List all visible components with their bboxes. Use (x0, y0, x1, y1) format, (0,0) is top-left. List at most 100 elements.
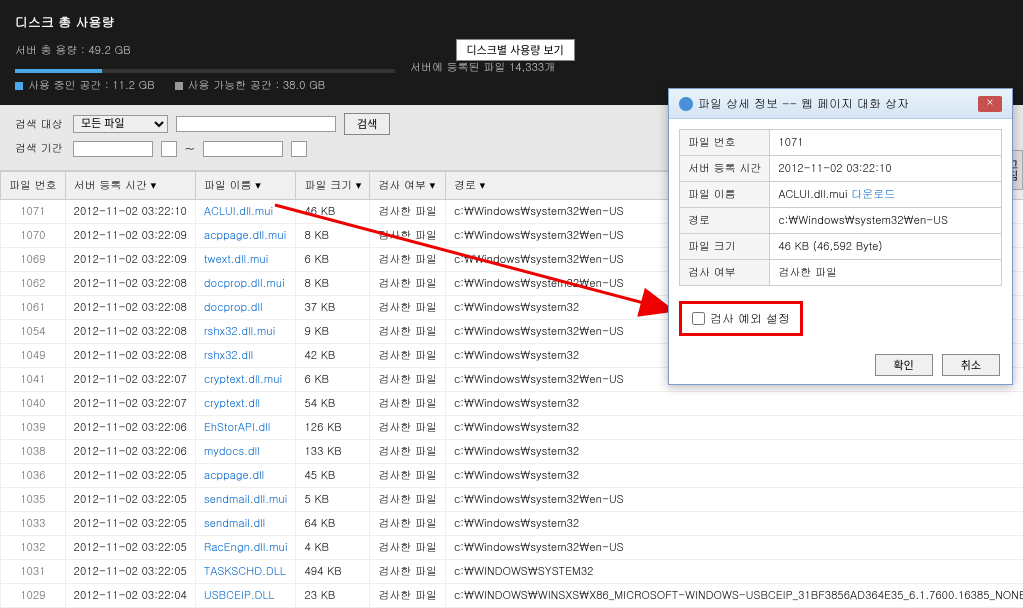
val-path: c:\Windows\system32\en-US (770, 208, 1002, 234)
cell-path: c:\WINDOWS\SYSTEM32 (446, 560, 1023, 584)
cell-time: 2012-11-02 03:22:08 (65, 296, 195, 320)
cell-no: 1033 (1, 512, 66, 536)
cell-no: 1071 (1, 200, 66, 224)
lbl-file-name: 파일 이름 (680, 182, 770, 208)
cell-time: 2012-11-02 03:22:05 (65, 512, 195, 536)
table-row[interactable]: 1029 2012-11-02 03:22:04 USBCEIP.DLL 23 … (1, 584, 1023, 608)
cell-filename[interactable]: ACLUI.dll.mui (195, 200, 296, 224)
val-reg-time: 2012-11-02 03:22:10 (770, 156, 1002, 182)
scan-exclude-label[interactable]: 검사 예외 설정 (692, 310, 790, 327)
cell-filename[interactable]: EhStorAPI.dll (195, 416, 296, 440)
cell-path: c:\Windows\system32 (446, 392, 1023, 416)
cell-no: 1039 (1, 416, 66, 440)
cell-size: 8 KB (296, 272, 370, 296)
cell-no: 1054 (1, 320, 66, 344)
cell-status: 검사한 파일 (370, 584, 446, 608)
val-scan-status: 검사한 파일 (770, 260, 1002, 286)
col-file-size[interactable]: 파일 크기 ▾ (296, 172, 370, 200)
date-from-input[interactable] (73, 141, 153, 157)
cell-status: 검사한 파일 (370, 248, 446, 272)
cell-filename[interactable]: rshx32.dll (195, 344, 296, 368)
cell-filename[interactable]: RacEngn.dll.mui (195, 536, 296, 560)
col-file-no[interactable]: 파일 번호 (1, 172, 66, 200)
dialog-close-button[interactable]: × (978, 96, 1002, 112)
cell-filename[interactable]: rshx32.dll.mui (195, 320, 296, 344)
cell-filename[interactable]: acppage.dll (195, 464, 296, 488)
cell-no: 1040 (1, 392, 66, 416)
cell-filename[interactable]: acppage.dll.mui (195, 224, 296, 248)
cell-size: 46 KB (296, 200, 370, 224)
cell-path: c:\Windows\system32\en-US (446, 536, 1023, 560)
cell-time: 2012-11-02 03:22:09 (65, 224, 195, 248)
lbl-file-size: 파일 크기 (680, 234, 770, 260)
search-target-select[interactable]: 모든 파일 (73, 115, 168, 133)
table-row[interactable]: 1036 2012-11-02 03:22:05 acppage.dll 45 … (1, 464, 1023, 488)
cell-time: 2012-11-02 03:22:08 (65, 272, 195, 296)
date-to-input[interactable] (203, 141, 283, 157)
cell-filename[interactable]: TASKSCHD.DLL (195, 560, 296, 584)
cell-filename[interactable]: mydocs.dll (195, 440, 296, 464)
dialog-cancel-button[interactable]: 취소 (942, 354, 1000, 376)
col-file-name[interactable]: 파일 이름 ▾ (195, 172, 296, 200)
cell-filename[interactable]: cryptext.dll (195, 392, 296, 416)
cell-size: 8 KB (296, 224, 370, 248)
cell-size: 45 KB (296, 464, 370, 488)
calendar-from-icon[interactable] (161, 141, 177, 157)
cell-size: 133 KB (296, 440, 370, 464)
cell-status: 검사한 파일 (370, 296, 446, 320)
table-row[interactable]: 1039 2012-11-02 03:22:06 EhStorAPI.dll 1… (1, 416, 1023, 440)
cell-status: 검사한 파일 (370, 464, 446, 488)
cell-status: 검사한 파일 (370, 392, 446, 416)
cell-no: 1032 (1, 536, 66, 560)
table-row[interactable]: 1032 2012-11-02 03:22:05 RacEngn.dll.mui… (1, 536, 1023, 560)
cell-filename[interactable]: docprop.dll.mui (195, 272, 296, 296)
cell-status: 검사한 파일 (370, 488, 446, 512)
cell-time: 2012-11-02 03:22:08 (65, 344, 195, 368)
cell-status: 검사한 파일 (370, 440, 446, 464)
cell-filename[interactable]: docprop.dll (195, 296, 296, 320)
scan-exclude-checkbox[interactable] (692, 312, 705, 325)
table-row[interactable]: 1038 2012-11-02 03:22:06 mydocs.dll 133 … (1, 440, 1023, 464)
cell-no: 1061 (1, 296, 66, 320)
table-row[interactable]: 1040 2012-11-02 03:22:07 cryptext.dll 54… (1, 392, 1023, 416)
view-per-disk-button[interactable]: 디스크별 사용량 보기 (456, 39, 575, 61)
cell-time: 2012-11-02 03:22:05 (65, 488, 195, 512)
cell-no: 1049 (1, 344, 66, 368)
cell-time: 2012-11-02 03:22:07 (65, 392, 195, 416)
cell-no: 1041 (1, 368, 66, 392)
dialog-ok-button[interactable]: 확인 (875, 354, 933, 376)
cell-filename[interactable]: twext.dll.mui (195, 248, 296, 272)
cell-no: 1035 (1, 488, 66, 512)
cell-filename[interactable]: sendmail.dll (195, 512, 296, 536)
disk-usage-title: 디스크 총 사용량 (15, 12, 1008, 31)
cell-filename[interactable]: USBCEIP.DLL (195, 584, 296, 608)
cell-path: c:\Windows\system32 (446, 416, 1023, 440)
lbl-scan-status: 검사 여부 (680, 260, 770, 286)
cell-filename[interactable]: sendmail.dll.mui (195, 488, 296, 512)
calendar-to-icon[interactable] (291, 141, 307, 157)
cell-time: 2012-11-02 03:22:06 (65, 440, 195, 464)
val-file-name: ACLUI.dll.mui 다운로드 (770, 182, 1002, 208)
cell-size: 42 KB (296, 344, 370, 368)
cell-status: 검사한 파일 (370, 344, 446, 368)
cell-size: 5 KB (296, 488, 370, 512)
cell-status: 검사한 파일 (370, 200, 446, 224)
table-row[interactable]: 1031 2012-11-02 03:22:05 TASKSCHD.DLL 49… (1, 560, 1023, 584)
cell-no: 1036 (1, 464, 66, 488)
cell-size: 23 KB (296, 584, 370, 608)
table-row[interactable]: 1035 2012-11-02 03:22:05 sendmail.dll.mu… (1, 488, 1023, 512)
legend-free: 사용 가능한 공간 : 38.0 GB (175, 78, 326, 93)
cell-no: 1069 (1, 248, 66, 272)
download-link[interactable]: 다운로드 (851, 187, 895, 202)
search-keyword-input[interactable] (176, 116, 336, 132)
cell-status: 검사한 파일 (370, 368, 446, 392)
cell-filename[interactable]: cryptext.dll.mui (195, 368, 296, 392)
cell-status: 검사한 파일 (370, 560, 446, 584)
col-scan-status[interactable]: 검사 여부 ▾ (370, 172, 446, 200)
table-row[interactable]: 1033 2012-11-02 03:22:05 sendmail.dll 64… (1, 512, 1023, 536)
cell-time: 2012-11-02 03:22:07 (65, 368, 195, 392)
dialog-titlebar[interactable]: 파일 상세 정보 -- 웹 페이지 대화 상자 × (669, 89, 1012, 119)
val-file-size: 46 KB (46,592 Byte) (770, 234, 1002, 260)
col-reg-time[interactable]: 서버 등록 시간 ▾ (65, 172, 195, 200)
search-button[interactable]: 검색 (344, 113, 390, 135)
